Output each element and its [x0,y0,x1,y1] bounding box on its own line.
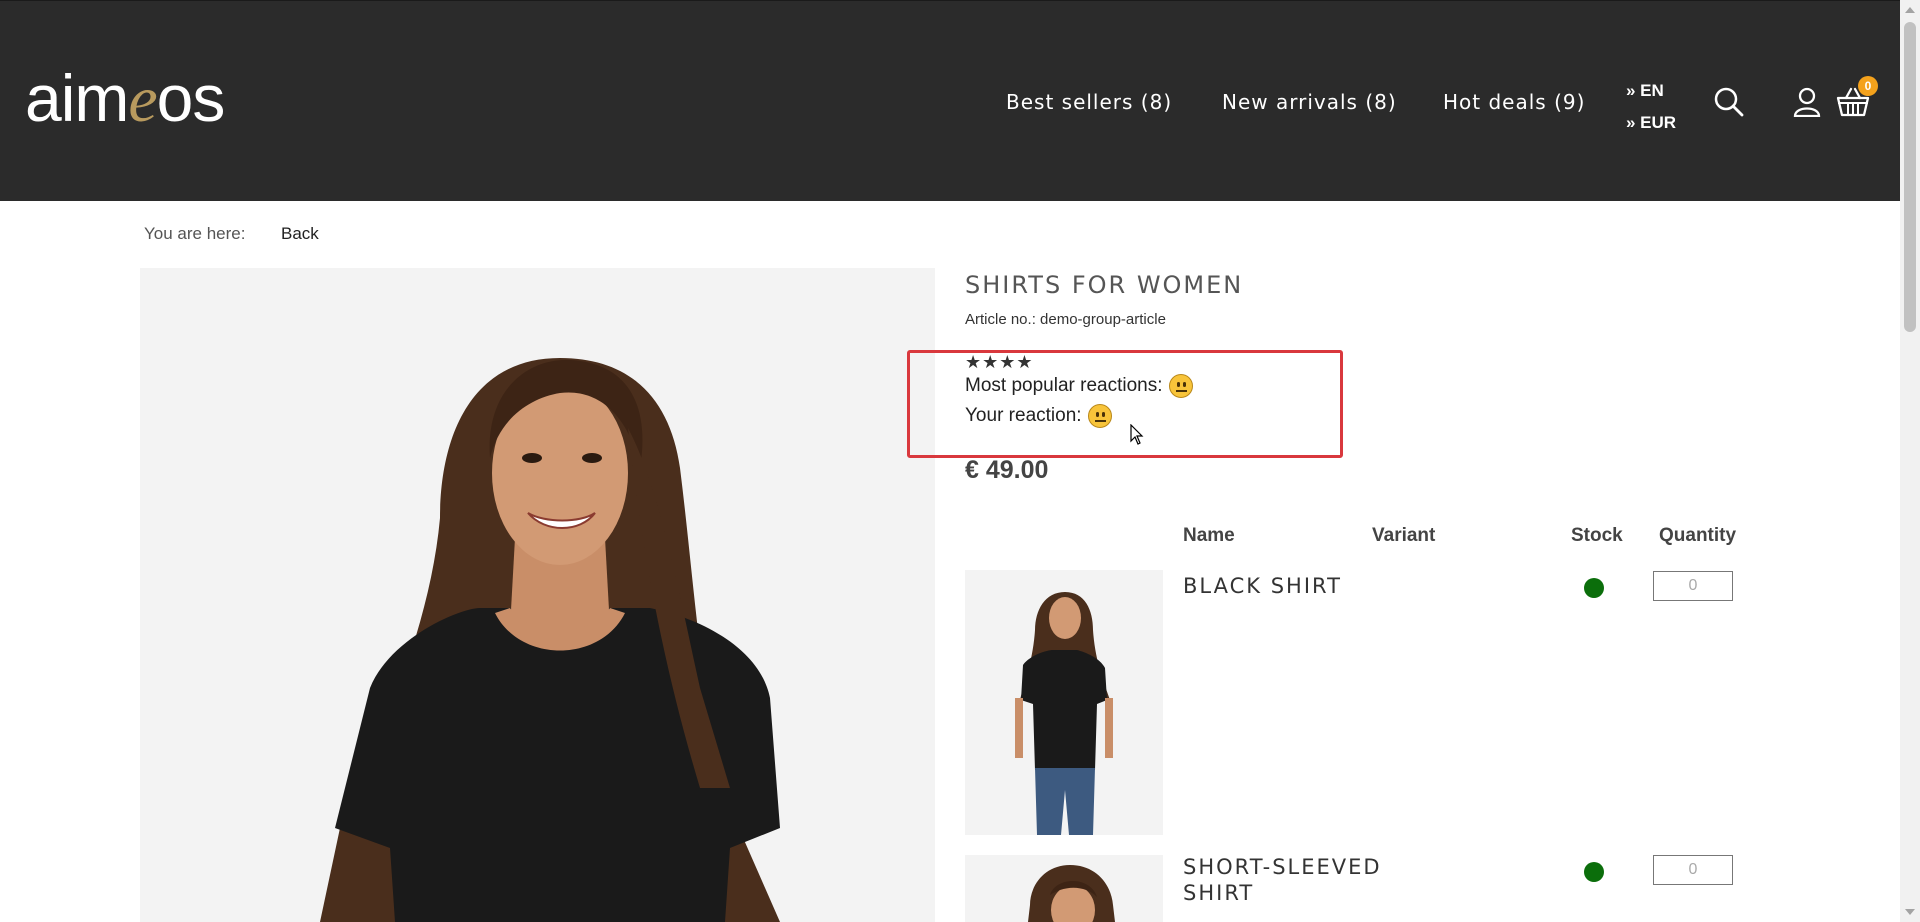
neutral-face-icon [1168,374,1193,398]
col-header-name: Name [1183,525,1235,546]
logo[interactable]: aimeos [25,63,225,136]
product-main-image[interactable] [140,268,935,922]
page: aimeos Best sellers (8) New arrivals (8)… [0,0,1920,922]
nav-best-sellers[interactable]: Best sellers (8) [1006,90,1172,114]
col-header-quantity: Quantity [1659,525,1737,546]
variant-photo-2 [1028,865,1115,922]
site-header: aimeos Best sellers (8) New arrivals (8)… [0,0,1900,201]
variant-image-black-shirt[interactable] [965,570,1163,835]
logo-text-accent: e [128,63,157,136]
article-number: Article no.: demo-group-article [965,311,1166,328]
nav-new-arrivals[interactable]: New arrivals (8) [1222,90,1397,114]
product-title: SHIRTS FOR WOMEN [965,271,1244,299]
vertical-scrollbar[interactable] [1900,0,1920,922]
variant-image-short-sleeved-shirt[interactable] [965,855,1163,922]
breadcrumb-label: You are here: [144,224,246,243]
breadcrumb: You are here: Back [144,224,319,244]
rating-stars[interactable]: ★★★★ [965,352,1034,373]
locale-selector: » EN » EUR [1626,75,1676,139]
your-reaction: Your reaction: [965,404,1112,428]
scroll-thumb[interactable] [1904,22,1916,332]
stock-indicator [1584,578,1604,598]
stock-indicator-2 [1584,862,1604,882]
variant-name-short-sleeved-shirt: SHORT-SLEEVED SHIRT [1183,855,1382,905]
search-icon[interactable] [1714,87,1744,122]
model-photo [320,358,780,922]
col-header-stock: Stock [1571,525,1623,546]
user-icon[interactable] [1793,87,1821,122]
your-reaction-neutral-face-icon[interactable] [1087,404,1112,428]
cart-count-badge: 0 [1858,76,1878,96]
quantity-input-short-sleeved-shirt[interactable]: 0 [1653,855,1733,885]
your-reaction-label: Your reaction: [965,405,1082,426]
quantity-input-black-shirt[interactable]: 0 [1653,571,1733,601]
popular-reactions-label: Most popular reactions: [965,375,1163,396]
language-selector[interactable]: » EN [1626,75,1676,107]
popular-reactions: Most popular reactions: [965,374,1193,398]
scroll-down-icon[interactable] [1905,909,1915,915]
scroll-up-icon[interactable] [1905,7,1915,13]
product-price: € 49.00 [965,456,1049,484]
breadcrumb-back-link[interactable]: Back [281,224,319,244]
variant-photo [1015,592,1113,835]
nav-hot-deals[interactable]: Hot deals (9) [1443,90,1585,114]
mouse-cursor-icon [1130,423,1144,451]
logo-text-end: os [156,61,226,135]
col-header-variant: Variant [1372,525,1436,546]
logo-text-start: aim [25,61,129,135]
currency-selector[interactable]: » EUR [1626,107,1676,139]
variant-name-black-shirt: BLACK SHIRT [1183,574,1342,598]
